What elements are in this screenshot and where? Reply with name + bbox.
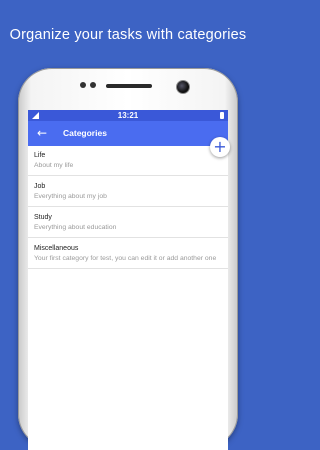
front-camera xyxy=(176,80,190,94)
battery-icon xyxy=(220,112,224,119)
app-toolbar: ← Categories xyxy=(28,121,228,146)
category-name: Job xyxy=(34,183,46,190)
list-item[interactable]: Study Everything about education xyxy=(28,207,228,238)
category-name: Life xyxy=(34,152,46,159)
list-item[interactable]: Miscellaneous Your first category for te… xyxy=(28,238,228,269)
speaker-grille xyxy=(106,84,152,88)
app-screen: 13:21 ← Categories + Life About my life … xyxy=(28,110,230,450)
status-time: 13:21 xyxy=(117,111,139,120)
category-description: Your first category for test, you can ed… xyxy=(34,255,217,262)
category-description: Everything about my job xyxy=(34,193,107,200)
arrow-left-icon[interactable]: ← xyxy=(34,121,50,146)
category-description: About my life xyxy=(34,162,74,169)
category-description: Everything about education xyxy=(34,224,117,231)
phone-frame: 13:21 ← Categories + Life About my life … xyxy=(18,68,238,450)
category-name: Study xyxy=(34,214,52,221)
toolbar-title: Categories xyxy=(63,128,107,138)
category-name: Miscellaneous xyxy=(34,245,79,252)
status-bar: 13:21 xyxy=(28,110,228,121)
sensor-dot xyxy=(80,82,86,88)
list-item[interactable]: Life About my life xyxy=(28,146,228,176)
sensor-dot xyxy=(90,82,96,88)
promo-headline: Organize your tasks with categories xyxy=(9,27,247,43)
category-list: Life About my life Job Everything about … xyxy=(28,146,228,269)
list-item[interactable]: Job Everything about my job xyxy=(28,176,228,207)
